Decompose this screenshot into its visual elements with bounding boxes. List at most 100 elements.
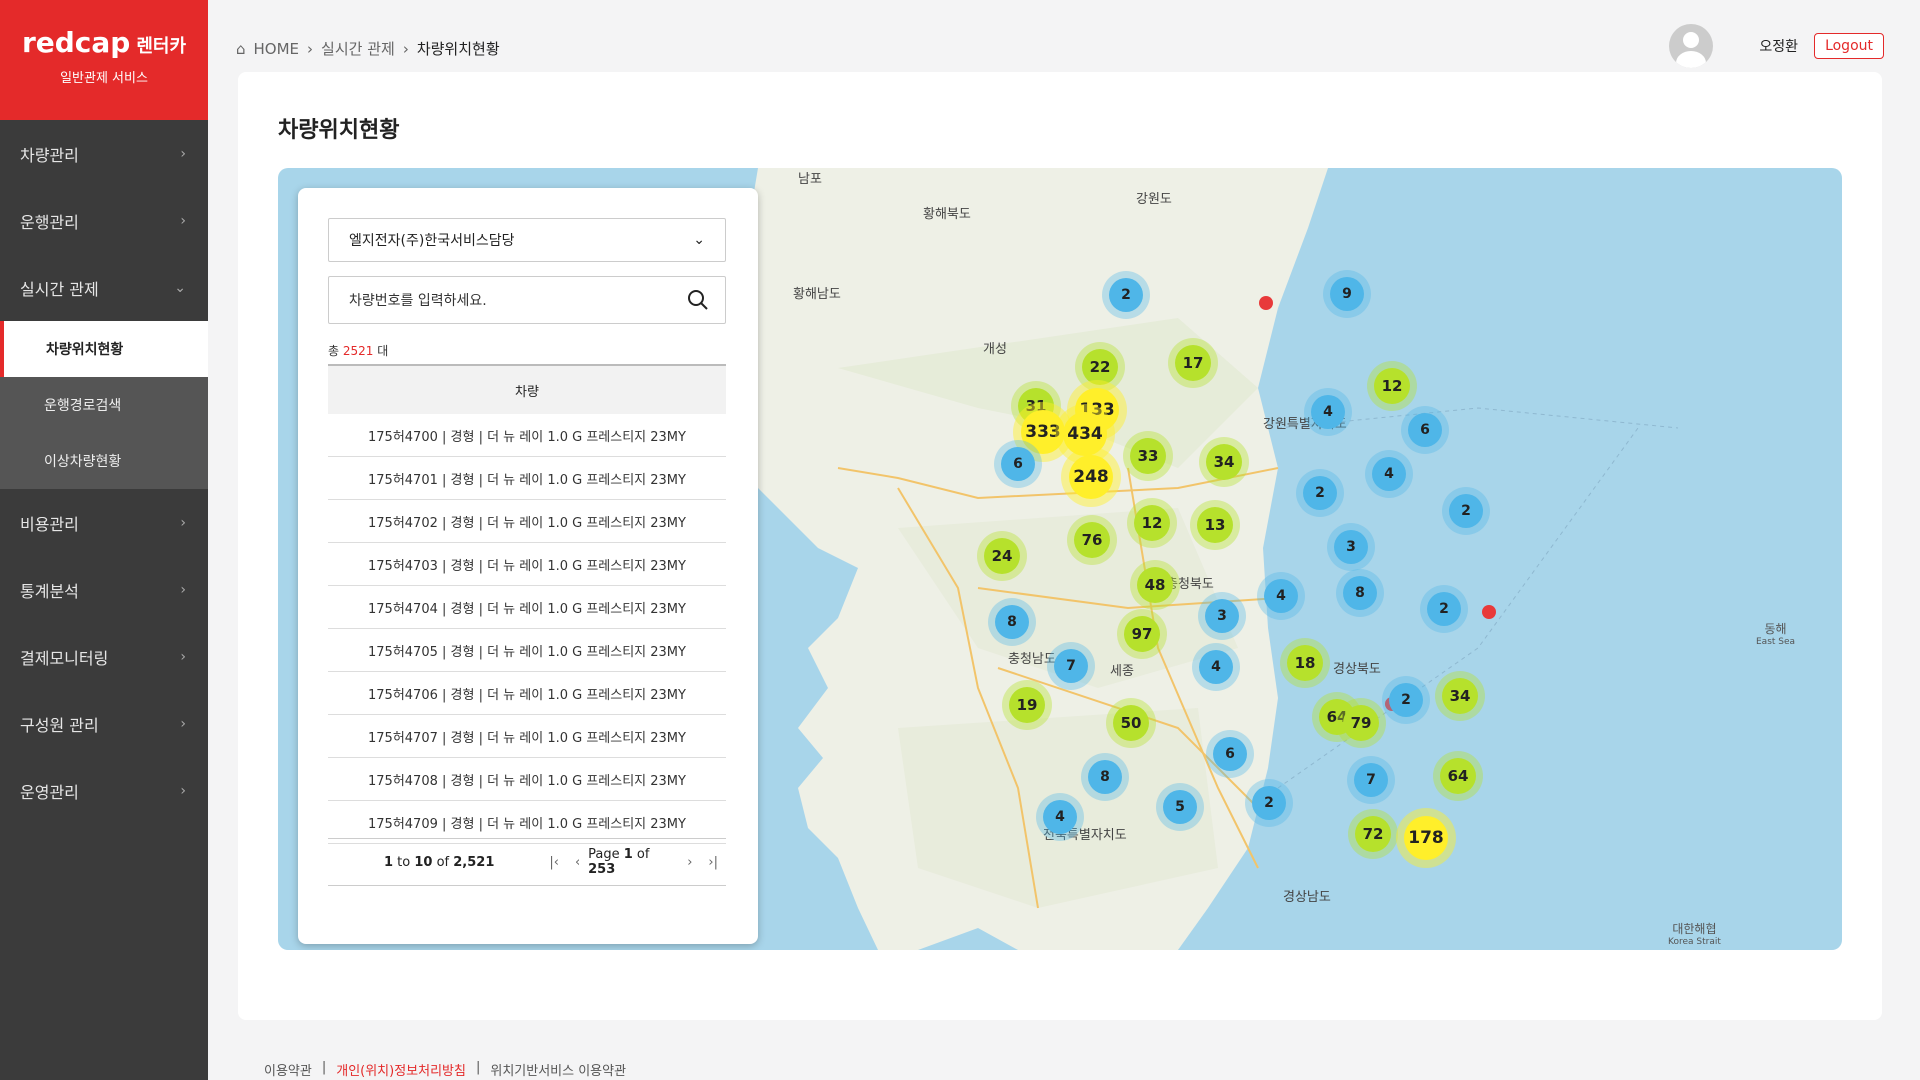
cluster-marker[interactable]: 2 — [1449, 494, 1483, 528]
table-row[interactable]: 175허4703 | 경형 | 더 뉴 레이 1.0 G 프레스티지 23MY — [328, 543, 726, 586]
cluster-marker[interactable]: 6 — [1001, 447, 1035, 481]
cluster-marker[interactable]: 22 — [1082, 349, 1118, 385]
cluster-marker[interactable]: 4 — [1311, 395, 1345, 429]
last-page-icon[interactable]: ›| — [708, 855, 718, 870]
cluster-marker[interactable]: 24 — [984, 538, 1020, 574]
cluster-marker[interactable]: 7 — [1354, 763, 1388, 797]
cluster-marker[interactable]: 4 — [1043, 800, 1077, 834]
brand-subtitle: 일반관제 서비스 — [60, 71, 148, 86]
cluster-marker[interactable]: 2 — [1389, 683, 1423, 717]
cluster-marker[interactable]: 9 — [1330, 277, 1364, 311]
sidebar-subitem-vehicle-location[interactable]: 차량위치현황 — [0, 321, 208, 377]
footer-privacy-link[interactable]: 개인(위치)정보처리방침 — [336, 1060, 466, 1079]
table-row[interactable]: 175허4706 | 경형 | 더 뉴 레이 1.0 G 프레스티지 23MY — [328, 672, 726, 715]
cluster-marker[interactable]: 12 — [1374, 368, 1410, 404]
table-row[interactable]: 175허4705 | 경형 | 더 뉴 레이 1.0 G 프레스티지 23MY — [328, 629, 726, 672]
cluster-marker[interactable]: 33 — [1130, 438, 1166, 474]
cluster-marker[interactable]: 13 — [1197, 507, 1233, 543]
table-row[interactable]: 175허4708 | 경형 | 더 뉴 레이 1.0 G 프레스티지 23MY — [328, 758, 726, 801]
first-page-icon[interactable]: |‹ — [549, 855, 559, 870]
cluster-marker[interactable]: 2 — [1252, 786, 1286, 820]
search-placeholder: 차량번호를 입력하세요. — [349, 293, 487, 309]
company-select[interactable]: 엘지전자(주)한국서비스담당 ⌄ — [328, 218, 726, 262]
sidebar-item-payment[interactable]: 결제모니터링 › — [0, 623, 208, 690]
table-header[interactable]: 차량 — [328, 364, 726, 414]
cluster-marker[interactable]: 178 — [1404, 816, 1448, 860]
page-indicator: Page 1 of 253 — [588, 847, 650, 877]
cluster-marker[interactable]: 79 — [1343, 705, 1379, 741]
brand-logo[interactable]: redcap 렌터카 일반관제 서비스 — [0, 0, 208, 120]
cluster-marker[interactable]: 434 — [1063, 412, 1107, 456]
cluster-marker[interactable]: 2 — [1427, 592, 1461, 626]
cluster-marker[interactable]: 5 — [1163, 790, 1197, 824]
footer-location-terms-link[interactable]: 위치기반서비스 이용약관 — [490, 1060, 626, 1079]
cluster-marker[interactable]: 48 — [1137, 567, 1173, 603]
cluster-marker[interactable]: 7 — [1054, 649, 1088, 683]
cluster-marker[interactable]: 333 — [1021, 410, 1065, 454]
vehicle-marker[interactable] — [1482, 605, 1496, 619]
vehicle-search-input[interactable]: 차량번호를 입력하세요. — [328, 276, 726, 324]
vehicle-marker[interactable] — [1259, 296, 1273, 310]
page-title: 차량위치현황 — [278, 118, 400, 143]
cluster-marker[interactable]: 34 — [1442, 678, 1478, 714]
cluster-marker[interactable]: 4 — [1264, 579, 1298, 613]
cluster-marker[interactable]: 76 — [1074, 522, 1110, 558]
table-row[interactable]: 175허4704 | 경형 | 더 뉴 레이 1.0 G 프레스티지 23MY — [328, 586, 726, 629]
cluster-marker[interactable]: 4 — [1372, 457, 1406, 491]
prev-page-icon[interactable]: ‹ — [575, 855, 580, 870]
breadcrumb-current: 차량위치현황 — [416, 40, 500, 58]
cluster-marker[interactable]: 64 — [1440, 758, 1476, 794]
cluster-marker[interactable]: 12 — [1134, 505, 1170, 541]
cluster-marker[interactable]: 2 — [1109, 278, 1143, 312]
cluster-marker[interactable]: 17 — [1175, 345, 1211, 381]
breadcrumb-home[interactable]: HOME — [254, 40, 300, 58]
cluster-marker[interactable]: 6 — [1408, 413, 1442, 447]
chevron-right-icon: › — [180, 145, 186, 162]
map-label-chungnam: 충청남도 — [1008, 652, 1056, 667]
sidebar-item-members[interactable]: 구성원 관리 › — [0, 690, 208, 757]
cluster-marker[interactable]: 8 — [1088, 760, 1122, 794]
cluster-marker[interactable]: 34 — [1206, 444, 1242, 480]
total-count: 총 2521 대 — [328, 344, 389, 358]
map-label-nampo: 남포 — [798, 172, 822, 187]
vehicle-table: 차량 175허4700 | 경형 | 더 뉴 레이 1.0 G 프레스티지 23… — [328, 364, 726, 844]
logout-button[interactable]: Logout — [1814, 33, 1884, 59]
table-row[interactable]: 175허4701 | 경형 | 더 뉴 레이 1.0 G 프레스티지 23MY — [328, 457, 726, 500]
sidebar-item-statistics[interactable]: 통계분석 › — [0, 556, 208, 623]
cluster-marker[interactable]: 50 — [1113, 705, 1149, 741]
cluster-marker[interactable]: 19 — [1009, 687, 1045, 723]
table-row[interactable]: 175허4702 | 경형 | 더 뉴 레이 1.0 G 프레스티지 23MY — [328, 500, 726, 543]
sidebar-item-admin[interactable]: 운영관리 › — [0, 757, 208, 824]
cluster-marker[interactable]: 4 — [1199, 650, 1233, 684]
search-icon[interactable] — [687, 289, 709, 311]
cluster-marker[interactable]: 8 — [995, 605, 1029, 639]
next-page-icon[interactable]: › — [687, 855, 692, 870]
cluster-marker[interactable]: 6 — [1213, 737, 1247, 771]
table-row[interactable]: 175허4707 | 경형 | 더 뉴 레이 1.0 G 프레스티지 23MY — [328, 715, 726, 758]
cluster-marker[interactable]: 2 — [1303, 476, 1337, 510]
chevron-right-icon: › — [180, 581, 186, 598]
sidebar-item-vehicle[interactable]: 차량관리 › — [0, 120, 208, 187]
sidebar-subitem-abnormal-vehicle[interactable]: 이상차량현황 — [0, 433, 208, 489]
vehicle-list-panel: 엘지전자(주)한국서비스담당 ⌄ 차량번호를 입력하세요. 총 2521 대 차… — [298, 188, 758, 944]
home-icon[interactable]: ⌂ — [236, 40, 246, 58]
sidebar-item-realtime[interactable]: 실시간 관제 ⌄ — [0, 254, 208, 321]
breadcrumb-section[interactable]: 실시간 관제 — [321, 38, 395, 59]
avatar[interactable] — [1669, 24, 1714, 68]
footer-terms-link[interactable]: 이용약관 — [264, 1060, 312, 1079]
cluster-marker[interactable]: 72 — [1355, 816, 1391, 852]
table-row[interactable]: 175허4700 | 경형 | 더 뉴 레이 1.0 G 프레스티지 23MY — [328, 414, 726, 457]
cluster-marker[interactable]: 3 — [1205, 599, 1239, 633]
cluster-marker[interactable]: 8 — [1343, 576, 1377, 610]
sidebar-item-cost[interactable]: 비용관리 › — [0, 489, 208, 556]
cluster-marker[interactable]: 18 — [1287, 645, 1323, 681]
map-label-korea-strait: 대한해협 Korea Strait — [1668, 922, 1721, 947]
sidebar-subitem-route-search[interactable]: 운행경로검색 — [0, 377, 208, 433]
cluster-marker[interactable]: 3 — [1334, 530, 1368, 564]
cluster-marker[interactable]: 248 — [1069, 455, 1113, 499]
user-area: 오정환 Logout — [1669, 24, 1884, 68]
vehicle-map[interactable]: 남포 황해북도 강원도 황해남도 개성 강원특별자치도 충청북도 충청남도 세종… — [278, 168, 1842, 950]
cluster-marker[interactable]: 97 — [1124, 616, 1160, 652]
chevron-right-icon: › — [180, 715, 186, 732]
sidebar-item-operation[interactable]: 운행관리 › — [0, 187, 208, 254]
